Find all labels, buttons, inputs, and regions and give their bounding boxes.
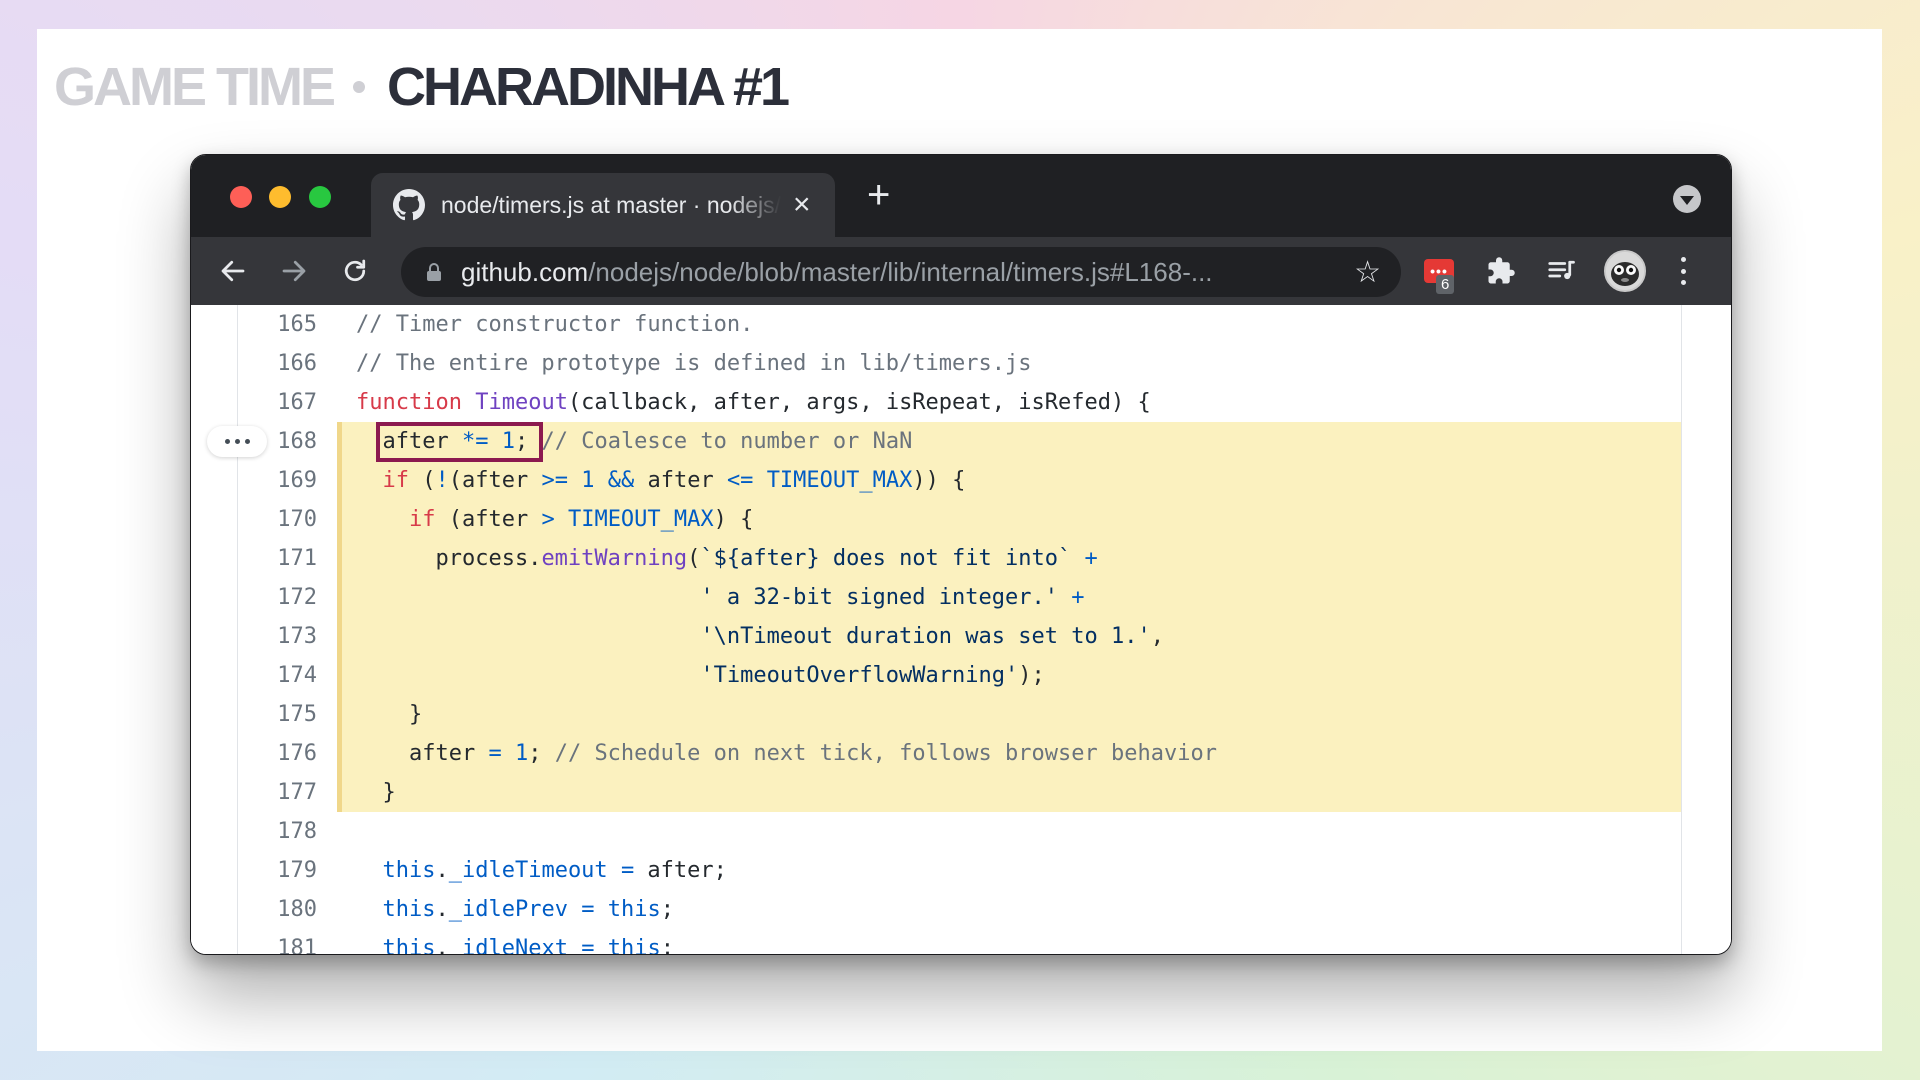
browser-window: node/timers.js at master · nodejs/node ×… <box>190 154 1732 955</box>
code-line: 175 } <box>191 695 1731 734</box>
code-line: 174 'TimeoutOverflowWarning'); <box>191 656 1731 695</box>
code-text: if (after > TIMEOUT_MAX) { <box>408 507 754 532</box>
code-line: 179 this._idleTimeout = after; <box>191 851 1731 890</box>
new-tab-button[interactable]: + <box>867 175 890 215</box>
tab-bar: node/timers.js at master · nodejs/node ×… <box>191 155 1731 237</box>
browser-toolbar: github.com/nodejs/node/blob/master/lib/i… <box>191 237 1731 305</box>
address-bar[interactable]: github.com/nodejs/node/blob/master/lib/i… <box>401 247 1401 297</box>
maximize-window-button[interactable] <box>309 186 331 208</box>
code-line: 167 function Timeout(callback, after, ar… <box>191 383 1731 422</box>
bookmark-star-icon[interactable]: ☆ <box>1354 255 1381 290</box>
line-number[interactable]: 165 <box>191 312 317 337</box>
code-text: // Timer constructor function. <box>356 312 754 337</box>
line-number[interactable]: 175 <box>191 702 317 727</box>
line-number[interactable]: 181 <box>191 936 317 954</box>
line-number[interactable]: 178 <box>191 819 317 844</box>
line-number[interactable]: 172 <box>191 585 317 610</box>
back-button[interactable] <box>213 251 253 291</box>
profile-avatar[interactable] <box>1604 250 1646 292</box>
arrow-right-icon <box>282 260 306 282</box>
minimize-window-button[interactable] <box>269 186 291 208</box>
close-tab-icon[interactable]: × <box>793 190 811 220</box>
code-text: '\nTimeout duration was set to 1.', <box>700 624 1164 649</box>
line-number[interactable]: 171 <box>191 546 317 571</box>
code-text: this._idleNext = this; <box>382 936 674 954</box>
extensions-puzzle-button[interactable] <box>1481 251 1521 291</box>
github-icon <box>393 189 425 221</box>
line-number[interactable]: 169 <box>191 468 317 493</box>
browser-tab[interactable]: node/timers.js at master · nodejs/node × <box>371 173 835 237</box>
avatar-icon <box>1606 252 1644 290</box>
code-line: 176 after = 1; // Schedule on next tick,… <box>191 734 1731 773</box>
extension-badge: 6 <box>1436 275 1455 294</box>
code-text: } <box>356 702 423 727</box>
code-line: 177 } <box>191 773 1731 812</box>
code-line: 173 '\nTimeout duration was set to 1.', <box>191 617 1731 656</box>
reading-list-button[interactable] <box>1541 251 1581 291</box>
code-line: 180 this._idlePrev = this; <box>191 890 1731 929</box>
url-host: github.com <box>461 256 589 287</box>
line-number[interactable]: 174 <box>191 663 317 688</box>
line-number[interactable]: 177 <box>191 780 317 805</box>
tab-search-button[interactable] <box>1673 185 1701 213</box>
line-number[interactable]: 170 <box>191 507 317 532</box>
code-text: if (!(after >= 1 && after <= TIMEOUT_MAX… <box>382 468 966 493</box>
lock-icon[interactable] <box>427 263 441 281</box>
code-text: } <box>356 780 396 805</box>
code-viewer: 165 // Timer constructor function. 166 /… <box>191 305 1731 954</box>
code-line: 169 if (!(after >= 1 && after <= TIMEOUT… <box>191 461 1731 500</box>
code-text: this._idleTimeout = after; <box>382 858 727 883</box>
code-text: 'TimeoutOverflowWarning'); <box>700 663 1045 688</box>
line-number[interactable]: 167 <box>191 390 317 415</box>
code-line: 178 <box>191 812 1731 851</box>
url-path: /nodejs/node/blob/master/lib/internal/ti… <box>588 256 1213 287</box>
chevron-down-icon <box>1680 196 1694 205</box>
code-text: this._idlePrev = this; <box>382 897 674 922</box>
line-number[interactable]: 180 <box>191 897 317 922</box>
line-number[interactable]: 179 <box>191 858 317 883</box>
code-line: 170 if (after > TIMEOUT_MAX) { <box>191 500 1731 539</box>
slide-title-prefix: GAME TIME <box>54 57 336 117</box>
playlist-icon <box>1548 260 1575 280</box>
code-line: 165 // Timer constructor function. <box>191 305 1731 344</box>
line-number[interactable]: 173 <box>191 624 317 649</box>
code-line: 166 // The entire prototype is defined i… <box>191 344 1731 383</box>
forward-button[interactable] <box>274 251 314 291</box>
line-actions-button[interactable] <box>207 426 267 457</box>
code-text: process.emitWarning(`${after} does not f… <box>356 546 1098 571</box>
browser-menu-button[interactable] <box>1673 253 1693 289</box>
url-text[interactable]: github.com/nodejs/node/blob/master/lib/i… <box>461 257 1213 288</box>
code-line: 181 this._idleNext = this; <box>191 929 1731 954</box>
tab-title: node/timers.js at master · nodejs/node <box>441 191 781 218</box>
code-text: function Timeout(callback, after, args, … <box>356 390 1151 415</box>
code-text: after = 1; // Schedule on next tick, fol… <box>356 741 1217 766</box>
code-text: // The entire prototype is defined in li… <box>356 351 1032 376</box>
line-number[interactable]: 176 <box>191 741 317 766</box>
code-text: ' a 32-bit signed integer.' + <box>700 585 1085 610</box>
code-line: 172 ' a 32-bit signed integer.' + <box>191 578 1731 617</box>
close-window-button[interactable] <box>230 186 252 208</box>
code-line: 171 process.emitWarning(`${after} does n… <box>191 539 1731 578</box>
line-number[interactable]: 166 <box>191 351 317 376</box>
slide-title-main: CHARADINHA #1 <box>387 57 790 117</box>
reload-icon <box>344 259 366 282</box>
arrow-left-icon <box>221 260 245 282</box>
slide-title: GAME TIME CHARADINHA #1 <box>54 51 790 123</box>
annotation-highlight-box <box>376 422 543 462</box>
puzzle-icon <box>1488 257 1515 284</box>
title-separator-dot <box>353 81 365 93</box>
reload-button[interactable] <box>335 251 375 291</box>
